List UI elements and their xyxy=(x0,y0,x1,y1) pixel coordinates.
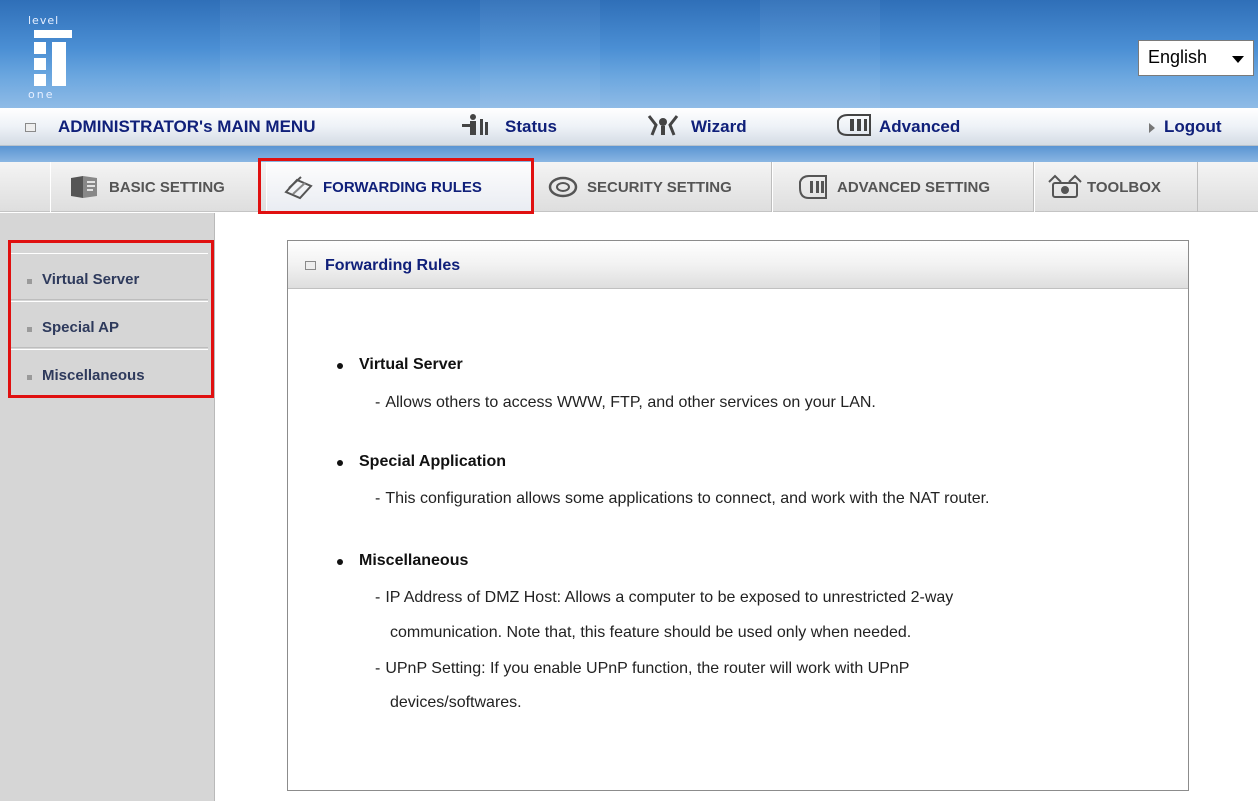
chevron-right-icon xyxy=(1149,123,1155,133)
panel-square-icon xyxy=(305,261,316,270)
tab-label: ADVANCED SETTING xyxy=(837,178,991,196)
tab-toolbox[interactable]: TOOLBOX xyxy=(1034,162,1198,212)
tab-advanced-setting[interactable]: ADVANCED SETTING xyxy=(772,162,1034,212)
section-bullet xyxy=(337,363,343,369)
panel-header: Forwarding Rules xyxy=(288,241,1188,289)
header-banner: level one English xyxy=(0,0,1258,108)
status-menu-link[interactable]: Status xyxy=(505,117,557,137)
header-decoration xyxy=(220,0,340,108)
advanced-menu-link[interactable]: Advanced xyxy=(879,117,960,137)
header-strip xyxy=(0,146,1258,162)
section-description: - UPnP Setting: If you enable UPnP functi… xyxy=(375,660,910,677)
wizard-menu-link[interactable]: Wizard xyxy=(691,117,747,137)
header-decoration xyxy=(760,0,880,108)
logo-bottom-text: one xyxy=(28,88,55,101)
section-bullet xyxy=(337,460,343,466)
header-decoration xyxy=(480,0,600,108)
menu-square-icon xyxy=(25,123,36,132)
tab-label: BASIC SETTING xyxy=(109,178,225,196)
sidebar-highlight-box xyxy=(8,240,214,398)
chevron-down-icon xyxy=(1232,56,1244,63)
tab-label: TOOLBOX xyxy=(1087,178,1161,196)
wizard-icon[interactable] xyxy=(646,113,680,143)
forwarding-rules-panel: Forwarding Rules Virtual Server - Allows … xyxy=(287,240,1189,791)
status-icon[interactable] xyxy=(460,113,494,143)
security-setting-icon xyxy=(547,174,579,200)
toolbox-icon xyxy=(1047,174,1082,200)
section-title: Miscellaneous xyxy=(359,552,469,569)
levelone-logo: level one xyxy=(28,14,86,101)
tab-bar: BASIC SETTING FORWARDING RULES SECURITY … xyxy=(0,162,1258,212)
section-title: Special Application xyxy=(359,453,506,470)
section-description-continued: communication. Note that, this feature s… xyxy=(390,624,912,641)
basic-setting-icon xyxy=(69,174,101,200)
advanced-icon[interactable] xyxy=(834,113,874,143)
section-title: Virtual Server xyxy=(359,356,463,373)
section-description: - IP Address of DMZ Host: Allows a comput… xyxy=(375,589,954,606)
logout-link[interactable]: Logout xyxy=(1164,117,1222,137)
section-description: - Allows others to access WWW, FTP, and o… xyxy=(375,394,876,411)
section-bullet xyxy=(337,559,343,565)
main-menu-title: ADMINISTRATOR's MAIN MENU xyxy=(58,117,316,136)
tab-basic-setting[interactable]: BASIC SETTING xyxy=(50,162,260,212)
section-description: - This configuration allows some applicat… xyxy=(375,490,990,507)
advanced-setting-icon xyxy=(797,174,829,200)
main-menu-bar: ADMINISTRATOR's MAIN MENU Status Wizard … xyxy=(0,108,1258,146)
language-selected: English xyxy=(1148,47,1208,67)
section-description-continued: devices/softwares. xyxy=(390,694,522,711)
language-select[interactable]: English xyxy=(1138,40,1254,76)
tab-highlight-box xyxy=(258,158,534,214)
panel-title: Forwarding Rules xyxy=(325,257,461,274)
tab-security-setting[interactable]: SECURITY SETTING xyxy=(532,162,772,212)
logo-top-text: level xyxy=(28,14,60,27)
tab-label: SECURITY SETTING xyxy=(587,178,732,196)
logo-mark xyxy=(34,30,72,86)
